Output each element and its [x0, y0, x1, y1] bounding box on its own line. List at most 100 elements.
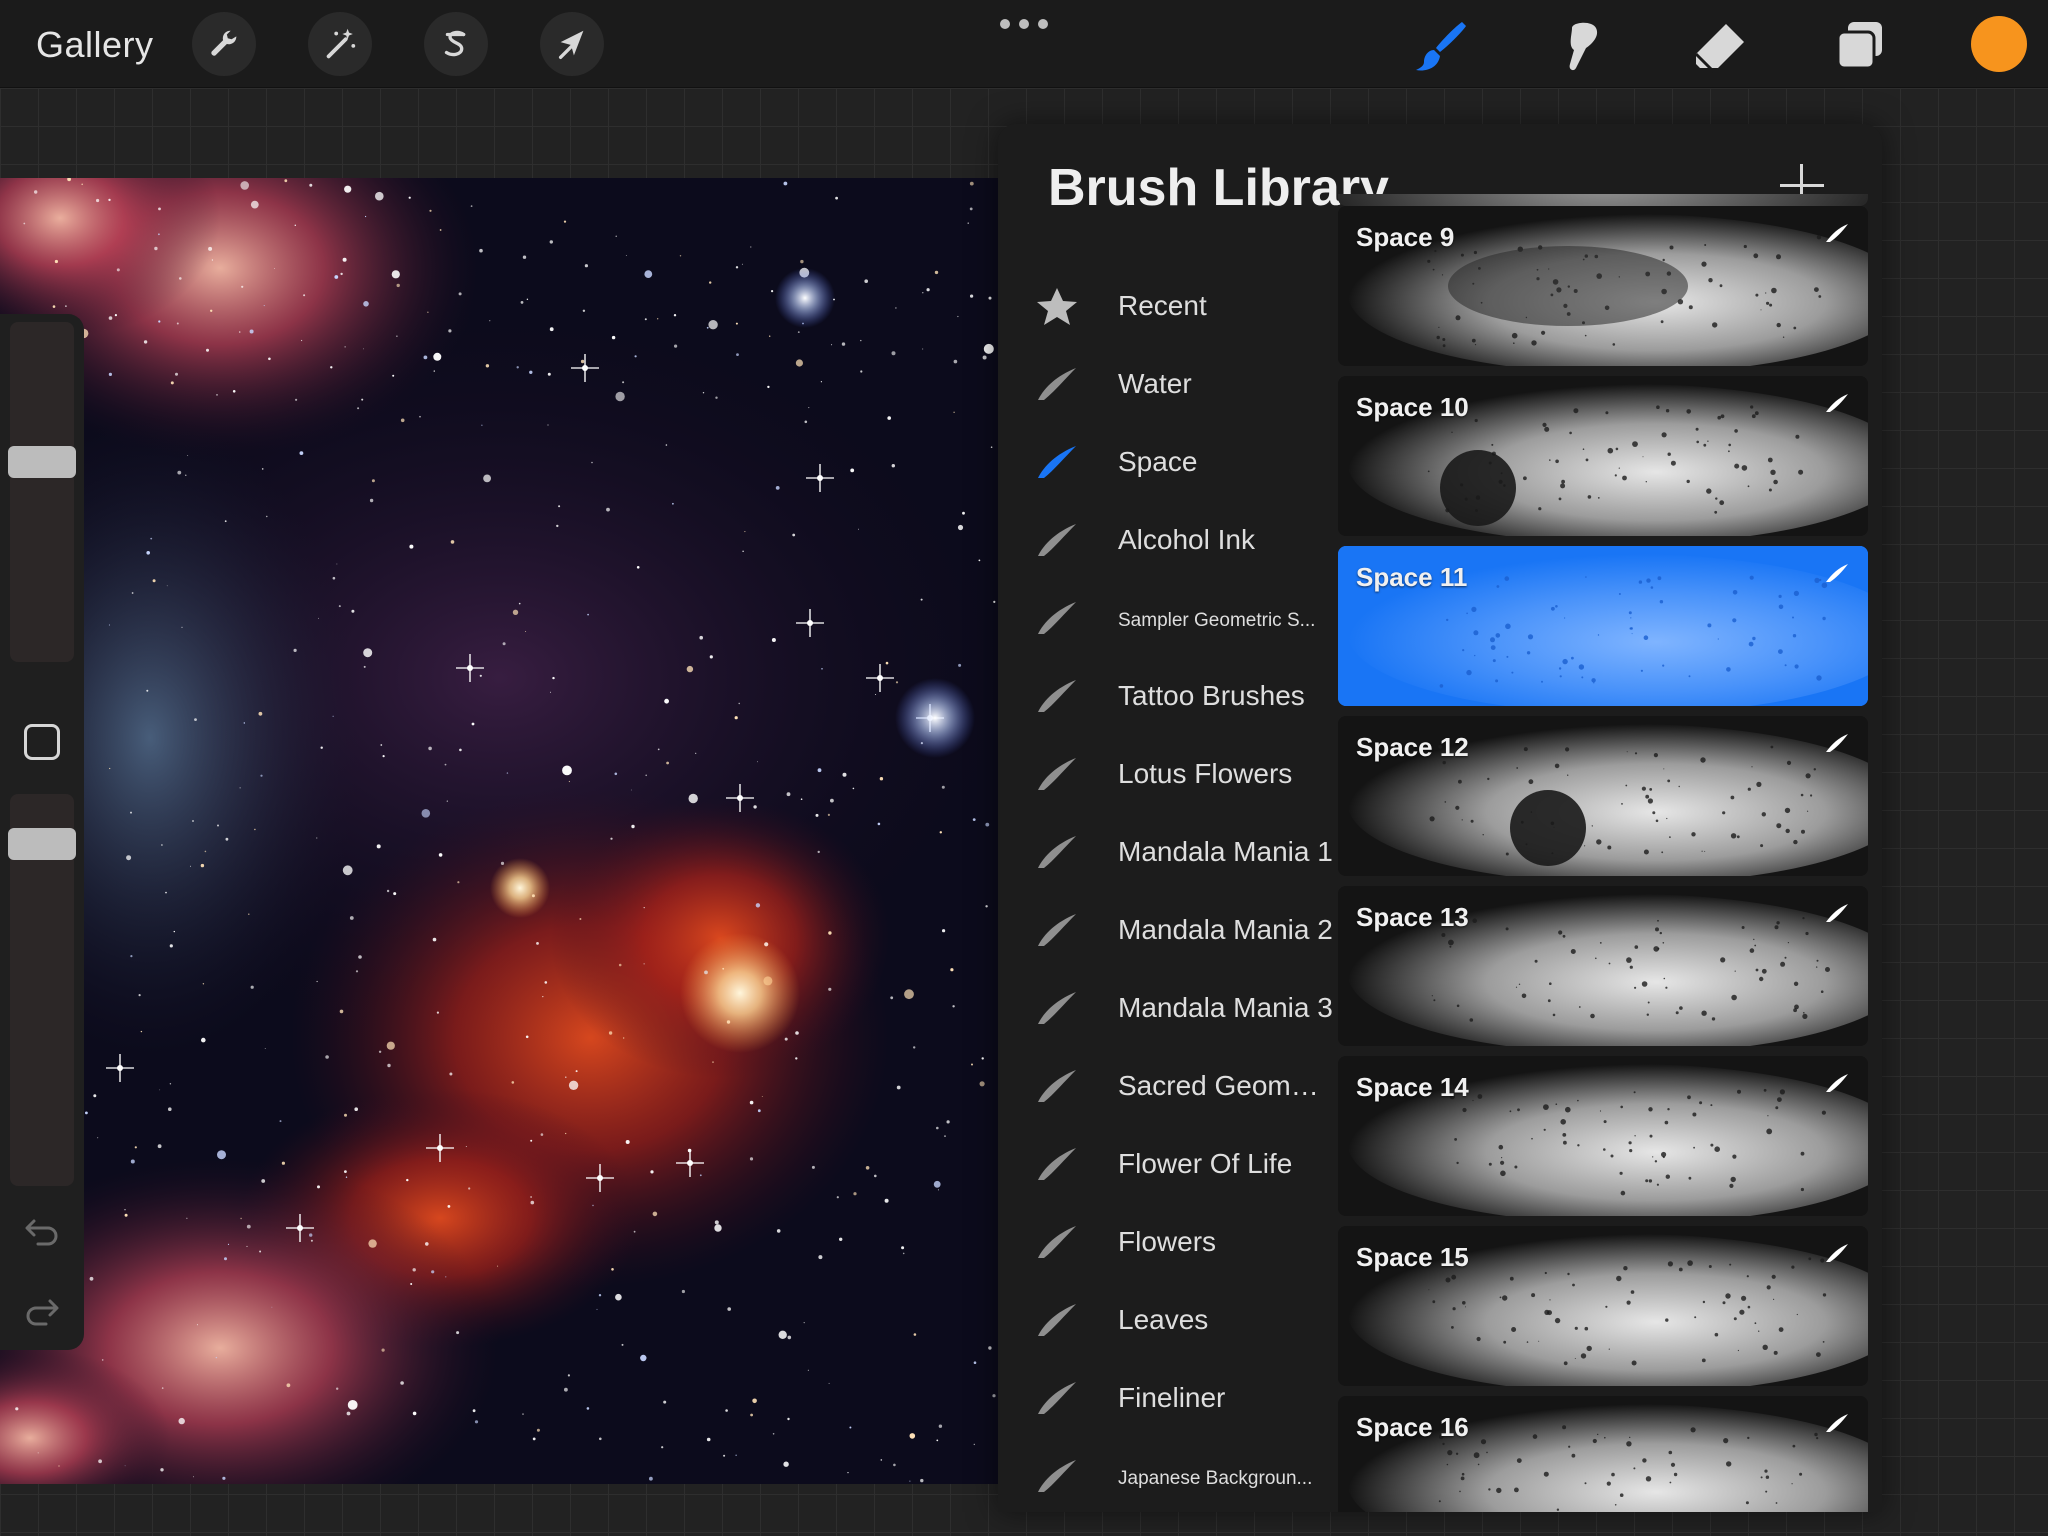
brush-stroke-icon	[1826, 904, 1848, 922]
brush-name: Space 13	[1356, 902, 1469, 932]
brush-set-item[interactable]: Mandala Mania 1	[998, 814, 1338, 892]
layers-icon	[1836, 22, 1882, 70]
brush-card[interactable]: Space 9	[1338, 206, 1868, 366]
brush-set-item[interactable]: Japanese Backgroun...	[998, 1438, 1338, 1512]
brush-set-label: Lotus Flowers	[1118, 758, 1293, 789]
dot-icon	[1038, 19, 1048, 29]
brush-set-item[interactable]: Lotus Flowers	[998, 736, 1338, 814]
brush-card[interactable]: Space 13	[1338, 886, 1868, 1046]
left-sidebar	[0, 314, 84, 1350]
wrench-icon	[211, 30, 237, 56]
brush-library-panel: Brush Library Recent Water Space Alcohol In…	[998, 124, 1882, 1512]
star-icon	[1037, 288, 1077, 325]
brush-stroke-icon	[1826, 564, 1848, 582]
brush-size-slider[interactable]	[10, 322, 74, 662]
brush-size-slider-thumb[interactable]	[8, 446, 76, 478]
brush-stroke-icon	[1038, 836, 1076, 868]
redo-icon	[26, 1299, 59, 1326]
selection-button[interactable]	[424, 12, 488, 76]
brush-stroke-icon	[1826, 394, 1848, 412]
brush-set-item[interactable]: Alcohol Ink	[998, 502, 1338, 580]
brush-icon	[1416, 22, 1466, 71]
brush-stroke-icon	[1038, 1460, 1076, 1492]
brush-name: Space 12	[1356, 732, 1469, 762]
brush-set-label: Japanese Backgroun...	[1118, 1468, 1313, 1489]
brush-stroke-icon	[1826, 1244, 1848, 1262]
brush-stroke-icon	[1038, 758, 1076, 790]
brush-set-label: Flower Of Life	[1118, 1148, 1293, 1179]
brush-name: Space 11	[1356, 562, 1468, 592]
brush-card[interactable]: Space 16	[1338, 1396, 1868, 1512]
modify-button[interactable]	[24, 724, 60, 760]
brush-set-label: Flowers	[1118, 1226, 1217, 1257]
actions-button[interactable]	[192, 12, 256, 76]
brush-name: Space 10	[1356, 392, 1469, 422]
brush-stroke-icon	[1038, 1304, 1076, 1336]
brush-set-item[interactable]: Flower Of Life	[998, 1126, 1338, 1204]
undo-icon	[25, 1219, 58, 1246]
brush-set-label: Sacred Geometry	[1118, 1070, 1333, 1101]
brush-set-item[interactable]: Tattoo Brushes	[998, 658, 1338, 736]
redo-button[interactable]	[22, 1292, 62, 1332]
brush-set-label: Space	[1118, 446, 1198, 477]
brush-set-label: Sampler Geometric S...	[1118, 610, 1316, 631]
brush-stroke-icon	[1826, 224, 1848, 242]
layers-button[interactable]	[1830, 16, 1890, 76]
smudge-icon	[1569, 22, 1598, 71]
brush-set-item[interactable]: Leaves	[998, 1282, 1338, 1360]
brush-stroke-icon	[1038, 368, 1076, 400]
space-artwork	[0, 178, 998, 1484]
brush-stroke-icon	[1038, 914, 1076, 946]
brush-set-item[interactable]: Sampler Geometric S...	[998, 580, 1338, 658]
brush-set-item[interactable]: Recent	[998, 268, 1338, 346]
brush-card[interactable]: Space 15	[1338, 1226, 1868, 1386]
paint-tool-button[interactable]	[1410, 16, 1470, 76]
brush-stroke-icon	[1038, 524, 1076, 556]
brush-set-label: Alcohol Ink	[1118, 524, 1255, 555]
smudge-tool-button[interactable]	[1550, 16, 1610, 76]
brush-card[interactable]: Space 14	[1338, 1056, 1868, 1216]
erase-tool-button[interactable]	[1690, 16, 1750, 76]
color-picker-button[interactable]	[1971, 16, 2027, 72]
brush-set-label: Water	[1118, 368, 1192, 399]
brush-set-item[interactable]: Sacred Geometry	[998, 1048, 1338, 1126]
more-options-button[interactable]	[1000, 14, 1048, 34]
adjustments-button[interactable]	[308, 12, 372, 76]
transform-button[interactable]	[540, 12, 604, 76]
brush-card[interactable]: Space 11	[1338, 546, 1868, 706]
drawing-canvas[interactable]	[0, 178, 998, 1484]
magic-wand-icon	[326, 28, 356, 59]
brush-set-item[interactable]: Space	[998, 424, 1338, 502]
procreate-app: Gallery Brush Library Recent Water Space…	[0, 0, 2048, 1536]
brush-set-item[interactable]: Mandala Mania 3	[998, 970, 1338, 1048]
brush-set-label: Mandala Mania 2	[1118, 914, 1333, 945]
brush-set-item[interactable]: Water	[998, 346, 1338, 424]
brush-stroke-icon	[1038, 1382, 1076, 1414]
brush-set-item[interactable]: Flowers	[998, 1204, 1338, 1282]
brush-set-label: Leaves	[1118, 1304, 1209, 1335]
brush-set-item[interactable]: Fineliner	[998, 1360, 1338, 1438]
brush-set-label: Tattoo Brushes	[1118, 680, 1305, 711]
brush-sets-list: Recent Water Space Alcohol Ink Sampler Geome…	[998, 268, 1338, 1512]
arrow-cursor-icon	[558, 30, 584, 59]
dot-icon	[1000, 19, 1010, 29]
brush-card[interactable]: Space 12	[1338, 716, 1868, 876]
brushes-list: Space 9 Space 10 Space 11 Space 12 Space 13 S…	[1338, 194, 1868, 1512]
brush-card-partial-top[interactable]	[1338, 194, 1868, 206]
brush-set-item[interactable]: Mandala Mania 2	[998, 892, 1338, 970]
brush-card[interactable]: Space 10	[1338, 376, 1868, 536]
brush-set-label: Mandala Mania 3	[1118, 992, 1333, 1023]
brush-preview	[1338, 194, 1868, 206]
undo-button[interactable]	[22, 1212, 62, 1252]
brush-set-label: Recent	[1118, 290, 1207, 321]
brush-set-label: Fineliner	[1118, 1382, 1226, 1413]
gallery-button[interactable]: Gallery	[36, 24, 154, 66]
dot-icon	[1019, 19, 1029, 29]
brush-stroke-icon	[1038, 992, 1076, 1024]
opacity-slider-thumb[interactable]	[8, 828, 76, 860]
brush-stroke-icon	[1826, 734, 1848, 752]
brush-stroke-icon	[1038, 446, 1076, 478]
selection-s-icon	[444, 30, 466, 57]
top-toolbar: Gallery	[0, 0, 2048, 88]
brush-name: Space 14	[1356, 1072, 1469, 1102]
